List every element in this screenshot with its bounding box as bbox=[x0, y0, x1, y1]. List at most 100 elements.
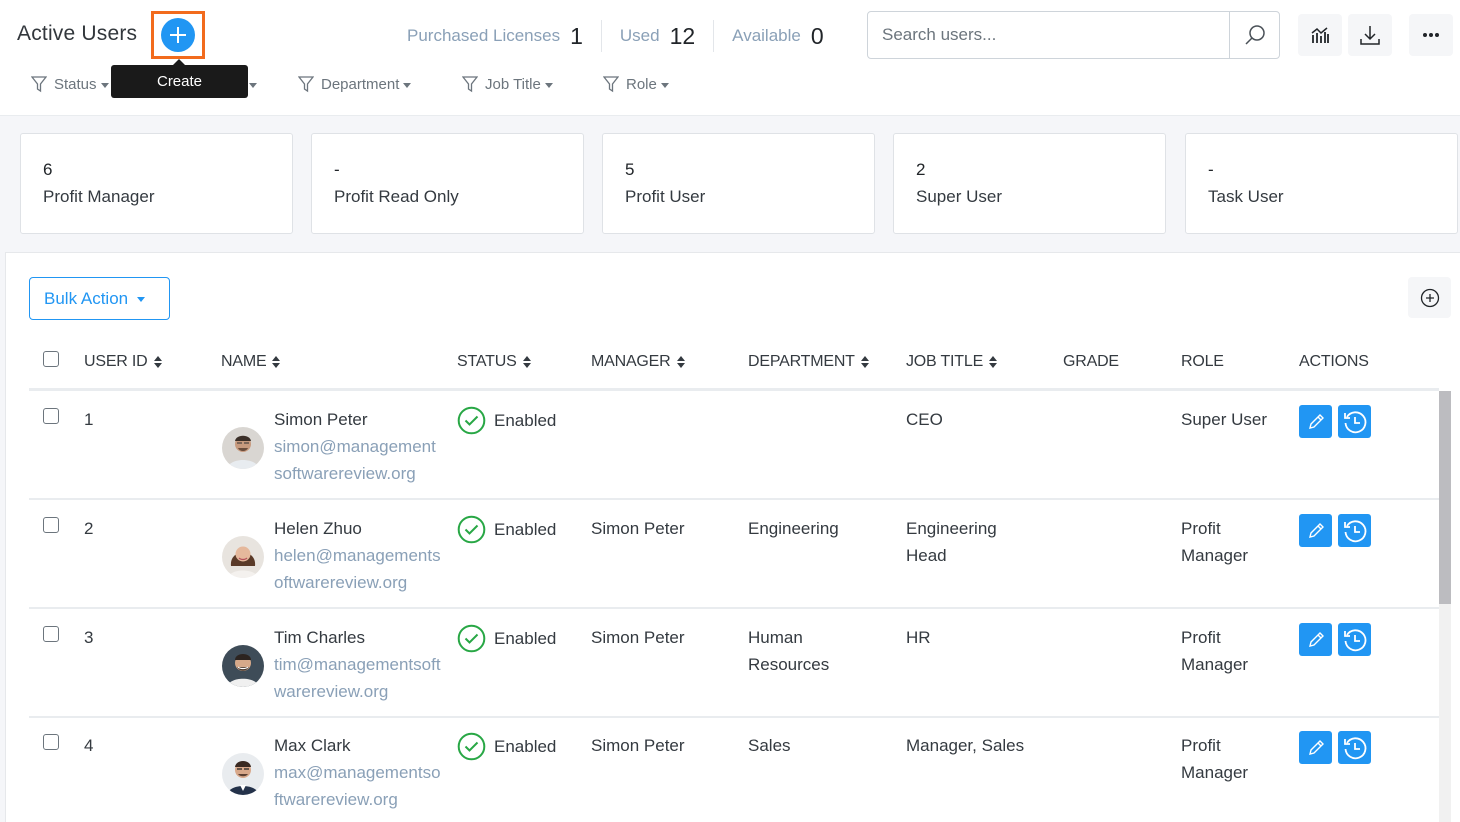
status-text: Enabled bbox=[494, 629, 557, 648]
add-column-button[interactable] bbox=[1408, 277, 1451, 318]
role-label: Super User bbox=[916, 187, 1002, 206]
role-card[interactable]: - Task User bbox=[1185, 133, 1458, 234]
license-label: Available bbox=[732, 26, 801, 45]
history-button[interactable] bbox=[1338, 405, 1371, 438]
history-button[interactable] bbox=[1338, 731, 1371, 764]
search-box bbox=[867, 11, 1280, 59]
history-icon bbox=[1343, 410, 1366, 433]
row-checkbox[interactable] bbox=[43, 734, 59, 750]
edit-button[interactable] bbox=[1299, 731, 1332, 764]
caret-down-icon bbox=[403, 82, 412, 88]
search-button[interactable] bbox=[1229, 12, 1279, 58]
pencil-icon bbox=[1308, 413, 1324, 429]
edit-button[interactable] bbox=[1299, 623, 1332, 656]
more-icon bbox=[1423, 33, 1439, 37]
role-count: 2 bbox=[916, 160, 926, 179]
checkbox[interactable] bbox=[43, 351, 59, 367]
search-icon bbox=[1244, 25, 1265, 45]
status-badge: Enabled bbox=[457, 406, 556, 435]
check-circle-icon bbox=[457, 406, 486, 435]
edit-button[interactable] bbox=[1299, 405, 1332, 438]
page-title: Active Users bbox=[17, 22, 138, 45]
pencil-icon bbox=[1308, 739, 1324, 755]
history-button[interactable] bbox=[1338, 514, 1371, 547]
check-circle-icon bbox=[457, 732, 486, 761]
table-row: 4 Max Clark max@managementsoftwarereview… bbox=[29, 717, 1439, 822]
user-email: helen@managementsoftwarereview.org bbox=[274, 546, 441, 592]
row-checkbox[interactable] bbox=[43, 626, 59, 642]
license-label: Purchased Licenses bbox=[407, 26, 561, 45]
column-label: USER ID bbox=[84, 353, 148, 370]
row-checkbox[interactable] bbox=[43, 517, 59, 533]
filter-label: Department bbox=[321, 76, 400, 93]
filter-job-title[interactable]: Job Title bbox=[462, 76, 553, 93]
row-checkbox[interactable] bbox=[43, 408, 59, 424]
user-id: 2 bbox=[84, 519, 94, 538]
edit-button[interactable] bbox=[1299, 514, 1332, 547]
role-card[interactable]: 2 Super User bbox=[893, 133, 1166, 234]
column-header-name[interactable]: NAME bbox=[221, 353, 281, 371]
column-header-status[interactable]: STATUS bbox=[457, 353, 531, 371]
department: Human Resources bbox=[748, 628, 830, 674]
column-header-department[interactable]: DEPARTMENT bbox=[748, 353, 869, 371]
check-circle-icon bbox=[457, 624, 486, 653]
column-header-job-title[interactable]: JOB TITLE bbox=[906, 353, 998, 371]
plus-circle-icon bbox=[1420, 288, 1439, 307]
filter-status[interactable]: Status bbox=[31, 76, 109, 93]
sort-icon bbox=[522, 356, 531, 368]
history-icon bbox=[1343, 628, 1366, 651]
top-bar: Active Users Create Purchased Licenses 1… bbox=[0, 0, 1460, 116]
history-button[interactable] bbox=[1338, 623, 1371, 656]
table-scrollbar[interactable] bbox=[1439, 391, 1451, 822]
column-header-manager[interactable]: MANAGER bbox=[591, 353, 685, 371]
role-label: Task User bbox=[1208, 187, 1284, 206]
avatar bbox=[222, 753, 264, 795]
user-id: 1 bbox=[84, 410, 94, 429]
status-badge: Enabled bbox=[457, 732, 556, 761]
table-row: 1 Simon Peter simon@managementsoftwarere… bbox=[29, 391, 1439, 500]
filter-icon bbox=[31, 76, 47, 93]
user-name-text: Max Clark bbox=[274, 736, 351, 755]
filter-role[interactable]: Role bbox=[603, 76, 669, 93]
caret-down-icon bbox=[660, 82, 669, 88]
sort-icon bbox=[272, 356, 281, 368]
pencil-icon bbox=[1308, 631, 1324, 647]
filter-label: Status bbox=[54, 76, 97, 93]
role-card[interactable]: - Profit Read Only bbox=[311, 133, 584, 234]
column-header-user-id[interactable]: USER ID bbox=[84, 353, 162, 371]
role-count: - bbox=[1208, 160, 1214, 179]
department: Engineering bbox=[748, 519, 839, 538]
user-email: max@managementsoftwarereview.org bbox=[274, 763, 441, 809]
avatar bbox=[222, 427, 264, 469]
user-name: Max Clark max@managementsoftwarereview.o… bbox=[274, 732, 444, 813]
used-licenses: Used 12 bbox=[602, 20, 715, 52]
create-highlight bbox=[151, 11, 205, 59]
avatar bbox=[222, 645, 264, 687]
create-button[interactable] bbox=[161, 18, 195, 52]
user-id: 3 bbox=[84, 628, 94, 647]
role-card[interactable]: 6 Profit Manager bbox=[20, 133, 293, 234]
users-table-panel: Bulk Action USER ID NAME STATUS MANAGER … bbox=[5, 252, 1460, 822]
search-input[interactable] bbox=[868, 12, 1229, 58]
select-all-checkbox[interactable] bbox=[43, 351, 59, 367]
more-button[interactable] bbox=[1409, 14, 1453, 56]
available-licenses: Available 0 bbox=[714, 20, 841, 52]
column-label: STATUS bbox=[457, 353, 517, 370]
analytics-button[interactable] bbox=[1298, 14, 1342, 56]
job-title: CEO bbox=[906, 410, 943, 429]
user-email: simon@managementsoftwarereview.org bbox=[274, 437, 436, 483]
user-name-text: Simon Peter bbox=[274, 410, 368, 429]
filter-department[interactable]: Department bbox=[298, 76, 412, 93]
role-card[interactable]: 5 Profit User bbox=[602, 133, 875, 234]
role: Profit Manager bbox=[1181, 736, 1249, 782]
download-button[interactable] bbox=[1348, 14, 1392, 56]
scrollbar-thumb[interactable] bbox=[1439, 391, 1451, 604]
check-circle-icon bbox=[457, 515, 486, 544]
role: Super User bbox=[1181, 410, 1267, 429]
bulk-action-button[interactable]: Bulk Action bbox=[29, 277, 170, 320]
filter-icon bbox=[462, 76, 478, 93]
role-count: 5 bbox=[625, 160, 635, 179]
filter-label: Job Title bbox=[485, 76, 541, 93]
role: Profit Manager bbox=[1181, 519, 1249, 565]
status-text: Enabled bbox=[494, 737, 557, 756]
